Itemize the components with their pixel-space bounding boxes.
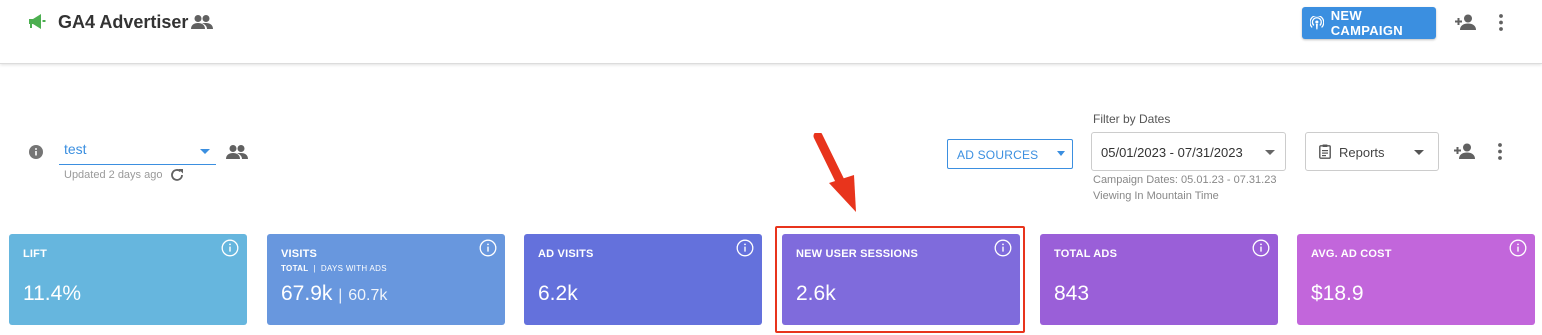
podcast-icon bbox=[1310, 16, 1324, 30]
info-outline-icon[interactable] bbox=[736, 239, 754, 262]
new-campaign-button[interactable]: NEW CAMPAIGN bbox=[1302, 7, 1436, 39]
chevron-down-icon bbox=[200, 149, 210, 154]
card-value: $18.9 bbox=[1311, 282, 1364, 305]
people-icon[interactable] bbox=[191, 14, 213, 35]
campaign-select-value: test bbox=[64, 141, 87, 157]
subtitle-total: TOTAL bbox=[281, 264, 309, 273]
metric-card-lift[interactable]: LIFT 11.4% bbox=[9, 234, 247, 325]
date-range-select[interactable]: 05/01/2023 - 07/31/2023 bbox=[1091, 132, 1286, 171]
add-user-icon[interactable] bbox=[1454, 143, 1476, 164]
card-title: AD VISITS bbox=[538, 248, 594, 260]
subtitle-separator: | bbox=[313, 264, 316, 273]
reports-select[interactable]: Reports bbox=[1305, 132, 1439, 171]
card-title: TOTAL ADS bbox=[1054, 248, 1118, 260]
info-outline-icon[interactable] bbox=[1252, 239, 1270, 262]
ad-sources-select[interactable]: AD SOURCES bbox=[947, 139, 1073, 169]
top-app-bar: GA4 Advertiser NEW CAMPAIGN bbox=[0, 0, 1542, 64]
chevron-down-icon bbox=[1265, 150, 1275, 155]
timezone-text: Viewing In Mountain Time bbox=[1093, 190, 1219, 202]
info-icon[interactable] bbox=[29, 145, 43, 164]
reports-label: Reports bbox=[1339, 145, 1385, 160]
info-outline-icon[interactable] bbox=[479, 239, 497, 262]
card-title: AVG. AD COST bbox=[1311, 248, 1392, 260]
annotation-arrow-icon bbox=[812, 131, 862, 220]
highlight-box bbox=[775, 226, 1025, 333]
card-value-secondary: 60.7k bbox=[348, 287, 388, 304]
metric-card-total-ads[interactable]: TOTAL ADS 843 bbox=[1040, 234, 1278, 325]
card-title: LIFT bbox=[23, 248, 48, 260]
add-user-icon[interactable] bbox=[1455, 14, 1477, 35]
refresh-icon[interactable] bbox=[169, 167, 185, 188]
card-value: 6.2k bbox=[538, 282, 578, 305]
chevron-down-icon bbox=[1414, 150, 1424, 155]
card-value: 67.9k | 60.7k bbox=[281, 282, 387, 306]
card-value: 11.4% bbox=[23, 282, 81, 305]
updated-text: Updated 2 days ago bbox=[64, 169, 163, 181]
card-value-primary: 67.9k bbox=[281, 282, 333, 305]
more-vert-icon[interactable] bbox=[1498, 14, 1504, 36]
card-subtitle: TOTAL | DAYS WITH ADS bbox=[281, 264, 387, 273]
card-value: 843 bbox=[1054, 282, 1090, 305]
date-range-value: 05/01/2023 - 07/31/2023 bbox=[1101, 145, 1243, 160]
metric-card-avg-ad-cost[interactable]: AVG. AD COST $18.9 bbox=[1297, 234, 1535, 325]
campaign-select[interactable]: test bbox=[59, 138, 216, 165]
ad-sources-label: AD SOURCES bbox=[957, 148, 1039, 162]
card-title: VISITS bbox=[281, 248, 318, 260]
clipboard-icon bbox=[1319, 144, 1331, 164]
info-outline-icon[interactable] bbox=[1509, 239, 1527, 262]
value-separator: | bbox=[338, 287, 343, 304]
filter-by-dates-label: Filter by Dates bbox=[1093, 112, 1171, 126]
app-title: GA4 Advertiser bbox=[58, 12, 189, 32]
megaphone-icon bbox=[27, 13, 47, 36]
new-campaign-label: NEW CAMPAIGN bbox=[1330, 8, 1403, 38]
people-icon[interactable] bbox=[226, 144, 248, 165]
info-outline-icon[interactable] bbox=[221, 239, 239, 262]
metric-card-ad-visits[interactable]: AD VISITS 6.2k bbox=[524, 234, 762, 325]
campaign-dates-text: Campaign Dates: 05.01.23 - 07.31.23 bbox=[1093, 174, 1277, 186]
chevron-down-icon bbox=[1057, 151, 1065, 156]
more-vert-icon[interactable] bbox=[1497, 143, 1503, 165]
subtitle-days-with-ads: DAYS WITH ADS bbox=[320, 264, 387, 273]
metric-card-visits[interactable]: VISITS TOTAL | DAYS WITH ADS 67.9k | 60.… bbox=[267, 234, 505, 325]
